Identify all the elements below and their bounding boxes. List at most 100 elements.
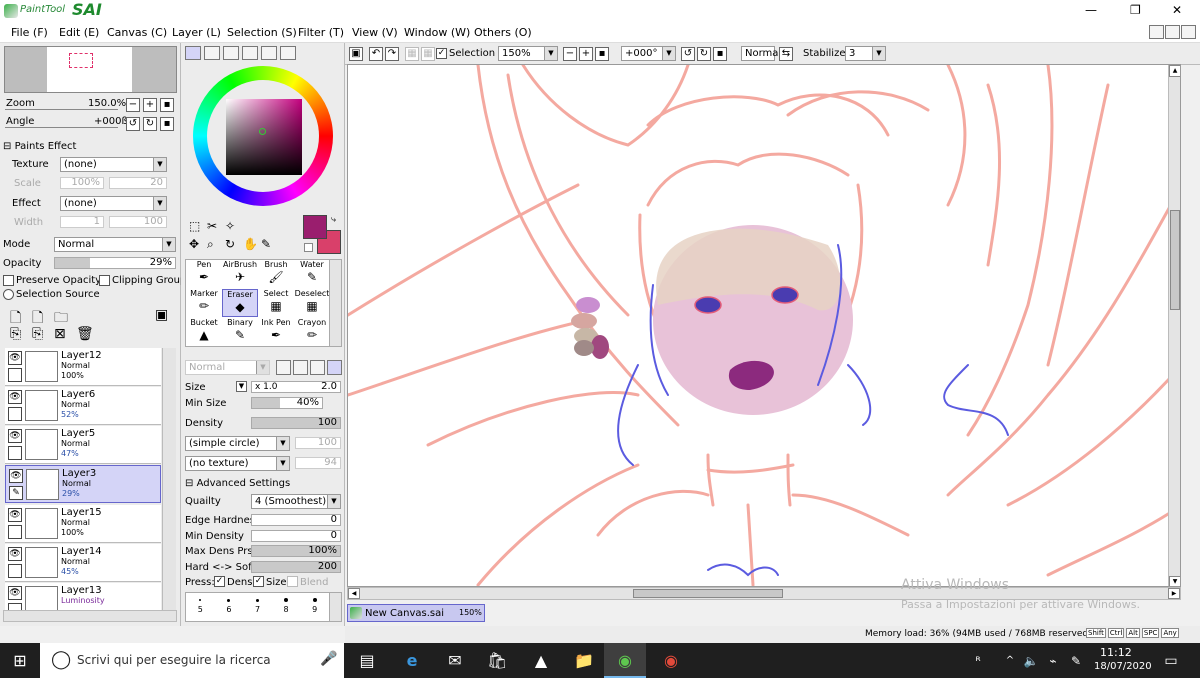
brush-shape-flat-icon[interactable]	[276, 360, 291, 375]
zoom-tool-icon[interactable]: ⌕	[207, 237, 214, 252]
tool-bucket[interactable]: Bucket ▲	[186, 318, 222, 346]
color-bar-tab-icon[interactable]	[242, 46, 258, 60]
layer-row-selected[interactable]: 👁 ✎ Layer3 Normal 29%	[5, 465, 161, 503]
document-tab[interactable]: New Canvas.sai 150%	[347, 604, 485, 622]
layer-row[interactable]: 👁 Layer5 Normal 47%	[5, 426, 161, 464]
rect-select-icon[interactable]: ⬚	[189, 219, 200, 233]
zoom-slider[interactable]	[5, 109, 118, 110]
layer-row[interactable]: 👁 Layer15 Normal 100%	[5, 505, 161, 543]
brush-size-scrollbar[interactable]	[329, 592, 342, 622]
tool-select[interactable]: Select ▦	[258, 289, 294, 317]
merge-down-icon[interactable]: ⎘	[32, 326, 43, 342]
clear-layer-icon[interactable]: ⊠	[54, 326, 66, 342]
max-dens-bar[interactable]: 100%	[251, 545, 341, 557]
zoom-out-button[interactable]: −	[126, 98, 140, 112]
layer-row[interactable]: 👁 Layer13 Luminosity	[5, 583, 161, 610]
transfer-down-icon[interactable]: ⎘	[10, 326, 21, 342]
brush-lock-icon[interactable]: ✎	[9, 486, 23, 500]
brush-size-preset[interactable]: 5	[198, 596, 203, 621]
layer-lock-checkbox[interactable]	[8, 603, 22, 610]
tool-eraser[interactable]: Eraser ◆	[222, 289, 258, 317]
width-num-bar[interactable]: 100	[109, 216, 167, 228]
brush-texture-num[interactable]: 94	[295, 457, 341, 469]
hand-icon[interactable]: ✋	[243, 237, 258, 251]
magic-wand-icon[interactable]: ✧	[225, 219, 235, 233]
brush-shape-select[interactable]: (simple circle) ▼	[185, 436, 290, 451]
eyedropper-icon[interactable]: ✎	[261, 237, 271, 251]
edge-browser-icon[interactable]: e	[402, 651, 422, 671]
canvas-rotate-reset-icon[interactable]: ▪	[713, 47, 727, 61]
invert-selection-icon[interactable]: ▦	[421, 47, 435, 61]
tool-deselect[interactable]: Deselect ▦	[294, 289, 329, 317]
store-icon[interactable]: 🛍	[487, 651, 507, 671]
scratchpad-tab-icon[interactable]	[280, 46, 296, 60]
tool-water[interactable]: Water ✎	[294, 260, 329, 288]
pen-workspace-icon[interactable]: ✎	[1066, 651, 1086, 671]
scroll-down-icon[interactable]: ▼	[1169, 576, 1180, 586]
advanced-settings-header[interactable]: ⊟ Advanced Settings	[185, 478, 290, 489]
brush-shape-num[interactable]: 100	[295, 437, 341, 449]
paints-effect-header[interactable]: ⊟ Paints Effect	[3, 141, 76, 152]
redo-icon[interactable]: ↷	[385, 47, 399, 61]
quality-select[interactable]: 4 (Smoothest) ▼	[251, 494, 341, 509]
tool-airbrush[interactable]: AirBrush ✈	[222, 260, 258, 288]
navigator-preview[interactable]	[4, 46, 177, 93]
tool-ink-pen[interactable]: Ink Pen ✒	[258, 318, 294, 346]
move-icon[interactable]: ✥	[189, 237, 199, 251]
menu-others[interactable]: Others (O)	[474, 26, 532, 39]
layer-lock-checkbox[interactable]	[8, 368, 22, 382]
menu-selection[interactable]: Selection (S)	[227, 26, 297, 39]
tool-pen[interactable]: Pen ✒	[186, 260, 222, 288]
press-size-checkbox[interactable]: ✓	[253, 576, 264, 587]
doc-restore-icon[interactable]	[1165, 25, 1180, 39]
tool-binary[interactable]: Binary ✎	[222, 318, 258, 346]
brush-size-preset[interactable]: 9	[312, 596, 317, 621]
canvas-zoom-reset-icon[interactable]: ▪	[595, 47, 609, 61]
layer-lock-checkbox[interactable]	[8, 446, 22, 460]
press-dens-checkbox[interactable]: ✓	[214, 576, 225, 587]
eye-icon[interactable]: 👁	[8, 429, 22, 443]
doc-close-icon[interactable]	[1181, 25, 1196, 39]
min-density-bar[interactable]: 0	[251, 530, 341, 542]
doc-window-controls[interactable]	[1149, 25, 1197, 39]
menu-file[interactable]: File (F)	[11, 26, 48, 39]
menu-view[interactable]: View (V)	[352, 26, 398, 39]
canvas-vscrollbar[interactable]: ▲ ▼	[1168, 65, 1180, 586]
navigator-viewport-rect[interactable]	[69, 53, 93, 68]
rotate-tool-icon[interactable]: ↻	[225, 237, 235, 251]
eye-icon[interactable]: 👁	[8, 390, 22, 404]
delete-layer-icon[interactable]: 🗑	[76, 326, 94, 342]
scale-bar[interactable]: 100%	[60, 177, 104, 189]
eye-icon[interactable]: 👁	[9, 469, 23, 483]
task-view-icon[interactable]: ▤	[357, 651, 377, 671]
tool-brush[interactable]: Brush 🖌	[258, 260, 294, 288]
primary-color-swatch[interactable]	[303, 215, 327, 239]
blend-mode-select[interactable]: Normal ▼	[185, 360, 270, 375]
restore-button[interactable]: ❐	[1130, 3, 1141, 17]
scroll-left-icon[interactable]: ◀	[348, 588, 360, 599]
brush-size-preset[interactable]: 8	[284, 596, 289, 621]
layer-mask-icon[interactable]: ▣	[155, 307, 168, 323]
scroll-right-icon[interactable]: ▶	[1168, 588, 1180, 599]
eye-icon[interactable]: 👁	[8, 586, 22, 600]
canvas-zoom-in-icon[interactable]: +	[579, 47, 593, 61]
minimize-button[interactable]: —	[1085, 3, 1097, 17]
undo-icon[interactable]: ↶	[369, 47, 383, 61]
deselect-icon[interactable]: ▦	[405, 47, 419, 61]
file-explorer-icon[interactable]: 📁	[574, 651, 594, 671]
layer-lock-checkbox[interactable]	[8, 564, 22, 578]
effect-select[interactable]: (none) ▼	[60, 196, 167, 211]
angle-slider[interactable]	[5, 127, 118, 128]
layer-row[interactable]: 👁 Layer12 Normal 100%	[5, 348, 161, 386]
network-icon[interactable]: ⌁	[1043, 651, 1063, 671]
clock-time[interactable]: 11:12	[1100, 646, 1132, 659]
size-bar[interactable]: x 1.0 2.0	[251, 381, 341, 393]
brush-shape-round-icon[interactable]	[293, 360, 308, 375]
edge-hardness-bar[interactable]: 0	[251, 514, 341, 526]
drawing-canvas[interactable]: ▲ ▼	[347, 64, 1181, 587]
min-size-bar[interactable]: 40%	[251, 397, 323, 409]
texture-select[interactable]: (none) ▼	[60, 157, 167, 172]
transparent-color-icon[interactable]	[304, 243, 313, 252]
hscroll-thumb[interactable]	[633, 589, 783, 598]
close-button[interactable]: ✕	[1172, 3, 1182, 17]
